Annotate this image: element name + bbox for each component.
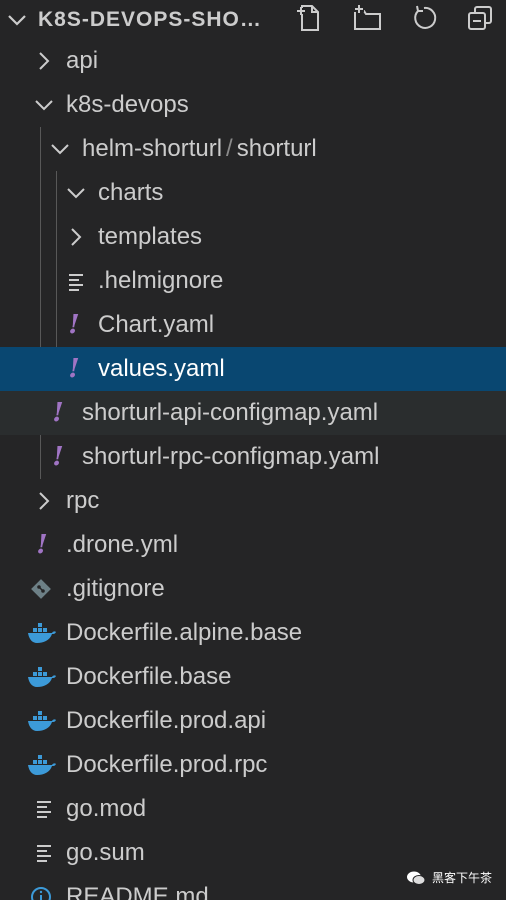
- tree-item-label: api: [66, 47, 99, 74]
- watermark: 黑客下午茶: [406, 869, 492, 886]
- collapse-all-icon[interactable]: [464, 2, 496, 34]
- folder-title[interactable]: K8S-DEVOPS-SHORTURL: [38, 6, 274, 34]
- tree-item-go-mod[interactable]: go.mod: [0, 787, 506, 831]
- chevron-down-icon[interactable]: [64, 182, 88, 204]
- tree-item-templates[interactable]: templates: [0, 215, 506, 259]
- chevron-right-icon[interactable]: [32, 50, 56, 72]
- text-file-icon: [32, 798, 56, 820]
- tree-item-label: templates: [98, 223, 203, 250]
- tree-item-label: .helmignore: [98, 267, 224, 294]
- tree-item-k8s-devops[interactable]: k8s-devops: [0, 83, 506, 127]
- tree-item-label: README.md: [66, 883, 209, 900]
- text-file-icon: [32, 842, 56, 864]
- tree-item-helmignore[interactable]: .helmignore: [0, 259, 506, 303]
- info-icon: [29, 886, 53, 900]
- chevron-down-icon[interactable]: [32, 94, 56, 116]
- docker-icon: [27, 622, 57, 644]
- tree-item-label: k8s-devops: [66, 91, 189, 118]
- tree-item-drone[interactable]: ! .drone.yml: [0, 523, 506, 567]
- docker-icon: [27, 710, 57, 732]
- tree-item-api[interactable]: api: [0, 39, 506, 83]
- tree-item-gitignore[interactable]: .gitignore: [0, 567, 506, 611]
- chevron-down-icon[interactable]: [48, 138, 72, 160]
- tree-item-charts[interactable]: charts: [0, 171, 506, 215]
- tree-item-label: .drone.yml: [66, 531, 179, 558]
- wechat-icon: [406, 871, 426, 885]
- path-separator: /: [226, 135, 233, 162]
- docker-icon: [27, 754, 57, 776]
- tree-item-chart-yaml[interactable]: ! Chart.yaml: [0, 303, 506, 347]
- file-tree: api k8s-devops helm-shorturl / shorturl ch…: [0, 39, 506, 900]
- yaml-file-icon: !: [52, 398, 64, 428]
- new-file-icon[interactable]: [294, 2, 326, 34]
- tree-item-label: Dockerfile.prod.api: [66, 707, 267, 734]
- tree-item-label: shorturl-api-configmap.yaml: [82, 399, 379, 426]
- chevron-right-icon[interactable]: [64, 226, 88, 248]
- tree-item-helm-shorturl[interactable]: helm-shorturl / shorturl: [0, 127, 506, 171]
- tree-item-label: shorturl-rpc-configmap.yaml: [82, 443, 380, 470]
- tree-item-dockerfile-alpine-base[interactable]: Dockerfile.alpine.base: [0, 611, 506, 655]
- new-folder-icon[interactable]: [351, 2, 383, 34]
- chevron-right-icon[interactable]: [32, 490, 56, 512]
- refresh-icon[interactable]: [408, 2, 440, 34]
- yaml-file-icon: !: [36, 530, 48, 560]
- folder-segment-helm-shorturl[interactable]: helm-shorturl: [82, 135, 222, 162]
- tree-item-rpc[interactable]: rpc: [0, 479, 506, 523]
- tree-item-label: Chart.yaml: [98, 311, 215, 338]
- tree-item-values-yaml[interactable]: ! values.yaml: [0, 347, 506, 391]
- tree-item-label: Dockerfile.alpine.base: [66, 619, 303, 646]
- tree-item-label: .gitignore: [66, 575, 165, 602]
- tree-item-label: charts: [98, 179, 164, 206]
- folder-segment-shorturl[interactable]: shorturl: [237, 135, 317, 162]
- tree-item-dockerfile-prod-api[interactable]: Dockerfile.prod.api: [0, 699, 506, 743]
- text-file-icon: [64, 270, 88, 292]
- tree-item-label: go.mod: [66, 795, 147, 822]
- watermark-text: 黑客下午茶: [431, 871, 492, 885]
- chevron-down-icon[interactable]: [6, 10, 28, 30]
- tree-item-rpc-configmap[interactable]: ! shorturl-rpc-configmap.yaml: [0, 435, 506, 479]
- explorer-header: K8S-DEVOPS-SHORTURL: [0, 0, 506, 40]
- yaml-file-icon: !: [68, 310, 80, 340]
- tree-item-label: values.yaml: [98, 355, 225, 382]
- tree-item-dockerfile-base[interactable]: Dockerfile.base: [0, 655, 506, 699]
- tree-item-label: helm-shorturl / shorturl: [82, 133, 317, 165]
- tree-item-dockerfile-prod-rpc[interactable]: Dockerfile.prod.rpc: [0, 743, 506, 787]
- yaml-file-icon: !: [68, 354, 80, 384]
- tree-item-label: Dockerfile.prod.rpc: [66, 751, 268, 778]
- tree-item-label: go.sum: [66, 839, 145, 866]
- yaml-file-icon: !: [52, 442, 64, 472]
- tree-item-api-configmap[interactable]: ! shorturl-api-configmap.yaml: [0, 391, 506, 435]
- tree-item-label: Dockerfile.base: [66, 663, 232, 690]
- tree-item-label: rpc: [66, 487, 100, 514]
- git-icon: [29, 578, 53, 600]
- docker-icon: [27, 666, 57, 688]
